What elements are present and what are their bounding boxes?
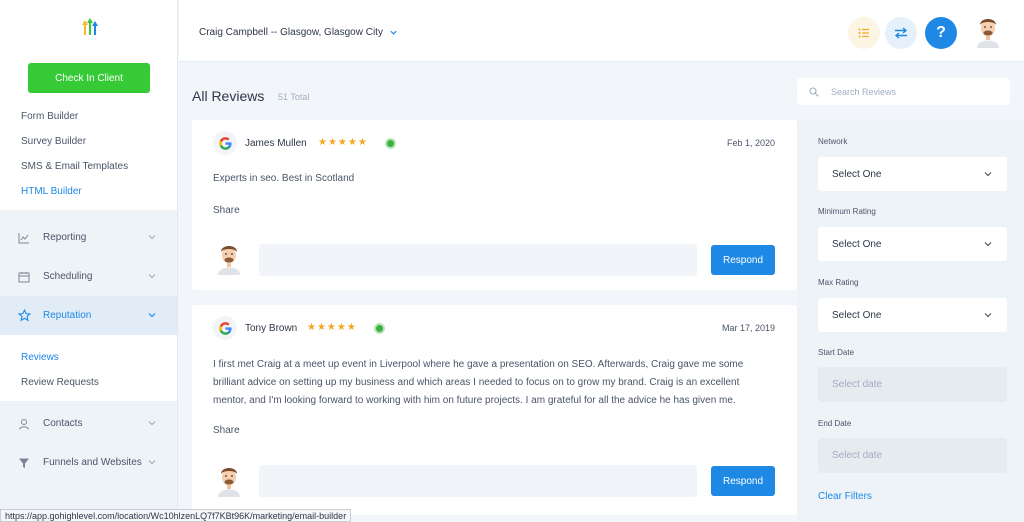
sidebar-item-sms-email-templates[interactable]: SMS & Email Templates (0, 154, 177, 179)
sidebar-item-reviews[interactable]: Reviews (0, 345, 177, 370)
chevron-down-icon (148, 313, 156, 318)
clear-filters-link[interactable]: Clear Filters (818, 491, 872, 502)
marketing-submenu: Form Builder Survey Builder SMS & Email … (0, 104, 177, 210)
reviewer-name: James Mullen (245, 138, 307, 149)
start-date-picker[interactable]: Select date (818, 367, 1007, 402)
select-value: Select One (832, 309, 882, 321)
user-avatar[interactable] (973, 14, 1003, 48)
sidebar-item-label: Funnels and Websites (43, 457, 142, 468)
sidebar-item-survey-builder[interactable]: Survey Builder (0, 129, 177, 154)
chevron-down-icon (390, 30, 397, 35)
chevron-down-icon (148, 235, 156, 240)
user-avatar (218, 468, 240, 497)
search-icon (809, 86, 819, 97)
end-date-label: End Date (818, 419, 852, 428)
share-link[interactable]: Share (213, 425, 240, 436)
search-box (797, 78, 1010, 105)
page-title: All Reviews (192, 88, 265, 104)
reputation-submenu: Reviews Review Requests (0, 335, 177, 401)
sidebar-item-form-builder[interactable]: Form Builder (0, 104, 177, 129)
user-icon (17, 417, 31, 431)
sidebar-item-label: Reporting (43, 232, 87, 243)
respond-button[interactable]: Respond (711, 466, 775, 496)
respond-button[interactable]: Respond (711, 245, 775, 275)
reply-input[interactable] (259, 244, 697, 276)
sidebar-item-review-requests[interactable]: Review Requests (0, 370, 177, 395)
review-card: James Mullen ★★★★★ Feb 1, 2020 Experts i… (192, 120, 797, 290)
min-rating-select[interactable]: Select One (818, 227, 1007, 261)
sidebar-item-contacts[interactable]: Contacts (0, 404, 177, 443)
calendar-icon (17, 270, 31, 284)
switch-account-button[interactable] (885, 17, 917, 49)
chevron-down-icon (984, 242, 992, 247)
location-label: Craig Campbell -- Glasgow, Glasgow City (199, 27, 383, 38)
network-select[interactable]: Select One (818, 157, 1007, 191)
app-logo-icon (82, 18, 98, 35)
select-value: Select One (832, 168, 882, 180)
review-text: I first met Craig at a meet up event in … (213, 359, 744, 406)
filters-panel: Network Select One Minimum Rating Select… (797, 120, 1024, 522)
status-dot (374, 323, 385, 334)
chevron-down-icon (984, 172, 992, 177)
swap-arrows-icon (894, 27, 908, 39)
user-avatar (218, 246, 240, 275)
task-list-button[interactable] (848, 17, 880, 49)
sidebar: Check In Client Form Builder Survey Buil… (0, 0, 178, 522)
top-header: Craig Campbell -- Glasgow, Glasgow City … (179, 0, 1024, 62)
review-date: Feb 1, 2020 (726, 138, 775, 148)
check-in-client-button[interactable]: Check In Client (28, 63, 150, 93)
review-count: 51 Total (278, 92, 310, 102)
network-label: Network (818, 137, 848, 146)
help-button[interactable]: ? (925, 17, 957, 49)
share-link[interactable]: Share (213, 205, 240, 216)
star-icon (17, 309, 31, 323)
sidebar-header: Check In Client (0, 0, 177, 104)
review-date: Mar 17, 2019 (721, 323, 775, 333)
browser-status-bar: https://app.gohighlevel.com/location/Wc1… (0, 509, 352, 522)
review-text: Experts in seo. Best in Scotland (213, 173, 355, 184)
reviewer-name: Tony Brown (245, 323, 298, 334)
select-value: Select One (832, 238, 882, 250)
sidebar-item-html-builder[interactable]: HTML Builder (0, 179, 177, 204)
review-card: Tony Brown ★★★★★ Mar 17, 2019 I first me… (192, 305, 797, 515)
sidebar-item-label: Contacts (43, 418, 83, 429)
chevron-down-icon (148, 460, 156, 465)
start-date-label: Start Date (818, 348, 855, 357)
google-icon (213, 131, 237, 155)
end-date-picker[interactable]: Select date (818, 438, 1007, 473)
min-rating-label: Minimum Rating (818, 207, 876, 216)
star-rating: ★★★★★ (318, 137, 368, 148)
max-rating-label: Max Rating (818, 278, 859, 287)
star-rating: ★★★★★ (307, 322, 357, 333)
sidebar-item-reputation[interactable]: Reputation (0, 296, 177, 335)
funnel-icon (17, 456, 31, 470)
sidebar-item-label: Reputation (43, 310, 92, 321)
chevron-down-icon (148, 421, 156, 426)
sidebar-item-label: Scheduling (43, 271, 93, 282)
sidebar-item-scheduling[interactable]: Scheduling (0, 257, 177, 296)
chevron-down-icon (148, 274, 156, 279)
list-icon (858, 28, 869, 38)
divider (0, 210, 177, 218)
google-icon (213, 316, 237, 340)
sidebar-item-funnels-websites[interactable]: Funnels and Websites (0, 443, 177, 482)
max-rating-select[interactable]: Select One (818, 298, 1007, 332)
chart-icon (17, 231, 31, 245)
reply-input[interactable] (259, 465, 697, 497)
search-input[interactable] (831, 86, 1001, 97)
location-switcher[interactable]: Craig Campbell -- Glasgow, Glasgow City (199, 27, 398, 38)
status-dot (385, 138, 396, 149)
chevron-down-icon (984, 313, 992, 318)
sidebar-item-reporting[interactable]: Reporting (0, 218, 177, 257)
